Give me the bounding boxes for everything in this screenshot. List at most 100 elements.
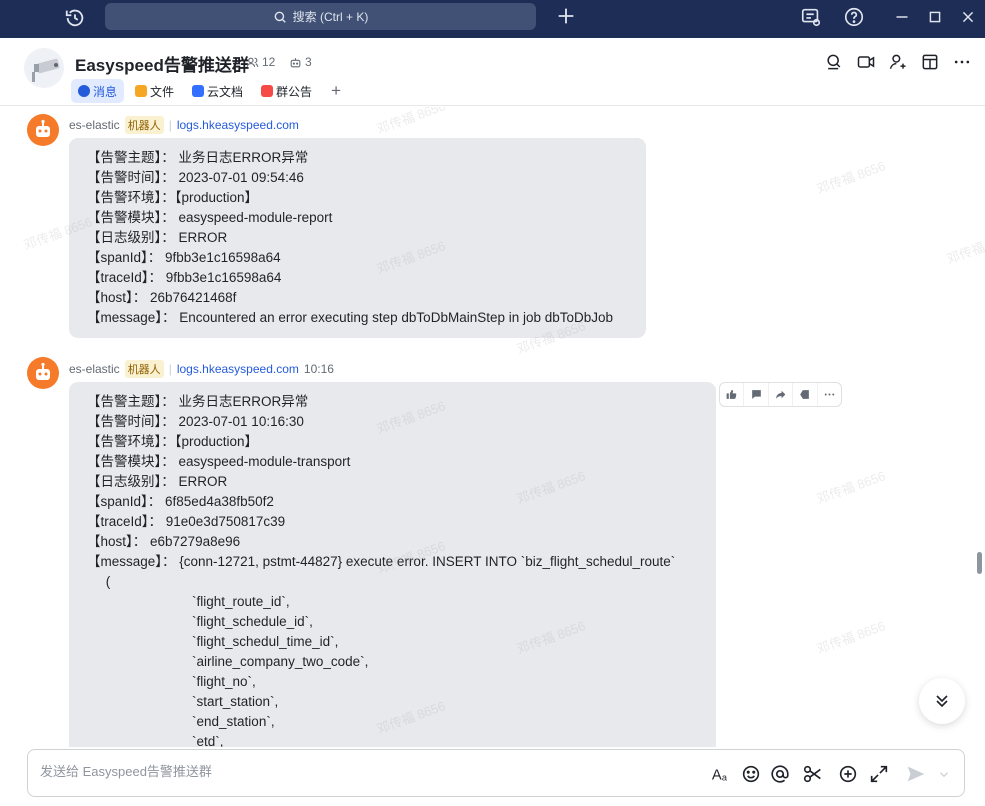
scroll-to-bottom-button[interactable] <box>919 678 965 724</box>
close-icon[interactable] <box>957 6 979 28</box>
new-plus-icon[interactable] <box>555 5 577 27</box>
message-sender-line: es-elastic 机器人 | logs.hkeasyspeed.com <box>69 116 299 134</box>
tab-announcement[interactable]: 群公告 <box>254 79 319 103</box>
tab-cloud-docs-label: 云文档 <box>207 84 244 99</box>
chat-tabs: 消息 文件 云文档 群公告 + <box>71 79 349 103</box>
sender-link[interactable]: logs.hkeasyspeed.com <box>177 362 299 376</box>
search-icon <box>274 11 286 23</box>
message-line: 【日志级别】： ERROR <box>87 230 228 245</box>
members-icon <box>246 57 259 67</box>
message-line: `flight_schedule_id`, <box>87 614 313 629</box>
reply-button[interactable] <box>744 383 769 406</box>
send-options-chevron-icon[interactable] <box>937 763 951 785</box>
expand-editor-icon[interactable] <box>868 763 890 785</box>
bot-count[interactable]: 3 <box>289 55 312 69</box>
divider: | <box>168 118 172 132</box>
member-count-value: 12 <box>262 55 276 69</box>
message-line: `start_station`, <box>87 694 279 709</box>
announcement-icon <box>261 85 274 97</box>
emoji-icon[interactable] <box>740 763 762 785</box>
group-avatar[interactable] <box>24 48 64 88</box>
forward-icon <box>776 390 786 399</box>
tab-messages[interactable]: 消息 <box>71 79 125 103</box>
double-chevron-down-icon <box>936 695 948 708</box>
message-list: es-elastic 机器人 | logs.hkeasyspeed.com 【告… <box>0 107 985 747</box>
video-call-icon[interactable] <box>856 52 876 72</box>
bot-avatar[interactable] <box>27 114 59 146</box>
bot-badge: 机器人 <box>124 360 164 378</box>
sender-name[interactable]: es-elastic <box>69 118 120 132</box>
message-icon <box>78 85 90 97</box>
group-title[interactable]: Easyspeed告警推送群 <box>75 51 249 76</box>
member-count[interactable]: 12 <box>246 55 275 69</box>
mention-icon[interactable] <box>769 763 791 785</box>
bot-badge: 机器人 <box>124 116 164 134</box>
bot-count-value: 3 <box>305 55 312 69</box>
bot-avatar[interactable] <box>27 357 59 389</box>
message-line: 【告警时间】： 2023-07-01 10:16:30 <box>87 414 304 429</box>
message-bubble[interactable]: 【告警主题】： 业务日志ERROR异常 【告警时间】： 2023-07-01 10… <box>69 382 716 747</box>
watermark: 邓传福 8656 <box>944 228 985 267</box>
pin-panel-icon[interactable] <box>920 52 940 72</box>
message-line: 【告警主题】： 业务日志ERROR异常 <box>87 394 309 409</box>
message-bubble[interactable]: 【告警主题】： 业务日志ERROR异常 【告警时间】： 2023-07-01 09… <box>69 138 646 338</box>
more-icon <box>824 393 835 396</box>
message-line: 【traceId】： 91e0e3d750817c39 <box>87 514 286 529</box>
message-action-bar <box>719 382 842 407</box>
text-format-icon[interactable]: Aa <box>710 763 732 785</box>
reply-icon <box>751 390 761 399</box>
help-icon[interactable] <box>843 6 865 28</box>
minimize-icon[interactable] <box>891 6 913 28</box>
tab-files-label: 文件 <box>150 84 175 99</box>
tab-messages-label: 消息 <box>93 84 118 99</box>
more-actions-button[interactable] <box>818 383 841 406</box>
message-line: 【message】： {conn-12721, pstmt-44827} exe… <box>87 554 676 569</box>
message-line: 【traceId】： 9fbb3e1c16598a64 <box>87 270 282 285</box>
like-button[interactable] <box>720 383 745 406</box>
sender-link[interactable]: logs.hkeasyspeed.com <box>177 118 299 132</box>
message-line: 【host】： 26b76421468f <box>87 290 237 305</box>
thumbs-up-icon <box>726 389 737 399</box>
tab-cloud-docs[interactable]: 云文档 <box>185 79 250 103</box>
notification-settings-icon[interactable] <box>800 6 822 28</box>
screenshot-scissors-icon[interactable] <box>802 763 824 785</box>
message-sender-line: es-elastic 机器人 | logs.hkeasyspeed.com 10… <box>69 360 334 378</box>
message-line: 【告警模块】： easyspeed-module-transport <box>87 454 351 469</box>
folder-icon <box>135 85 148 97</box>
message-input[interactable] <box>40 764 680 779</box>
sender-name[interactable]: es-elastic <box>69 362 120 376</box>
window-titlebar: 搜索 (Ctrl + K) <box>0 0 985 38</box>
global-search-box[interactable]: 搜索 (Ctrl + K) <box>105 3 536 30</box>
bot-icon <box>290 57 301 67</box>
history-icon[interactable] <box>64 7 86 29</box>
scrollbar-thumb[interactable] <box>977 552 982 574</box>
message-line: 【message】： Encountered an error executin… <box>87 310 614 325</box>
message-time: 10:16 <box>303 362 334 376</box>
maximize-icon[interactable] <box>924 6 946 28</box>
message-line: `end_station`, <box>87 714 275 729</box>
message-line: 【告警主题】： 业务日志ERROR异常 <box>87 150 309 165</box>
add-tab-button[interactable]: + <box>323 79 349 103</box>
message-line: `airline_company_two_code`, <box>87 654 369 669</box>
message-line: 【spanId】： 9fbb3e1c16598a64 <box>87 250 281 265</box>
watermark: 邓传福 8656 <box>814 468 888 507</box>
tab-announcement-label: 群公告 <box>276 84 313 99</box>
svg-text:a: a <box>722 772 728 782</box>
message-line: `flight_no`, <box>87 674 256 689</box>
tab-files[interactable]: 文件 <box>128 79 181 103</box>
forward-button[interactable] <box>769 383 794 406</box>
message-line: `flight_schedul_time_id`, <box>87 634 339 649</box>
message-line: 【告警模块】： easyspeed-module-report <box>87 210 333 225</box>
send-icon[interactable] <box>905 763 927 785</box>
add-attachment-icon[interactable] <box>837 763 859 785</box>
add-member-icon[interactable] <box>888 52 908 72</box>
quote-button[interactable] <box>793 383 818 406</box>
message-line: `etd`, <box>87 734 224 747</box>
chat-header: Easyspeed告警推送群 12 3 消息 文件 云文档 群公告 + <box>0 38 985 106</box>
search-chat-icon[interactable] <box>824 52 844 72</box>
message-line: 【日志级别】： ERROR <box>87 474 228 489</box>
message-line: 【告警时间】： 2023-07-01 09:54:46 <box>87 170 304 185</box>
message-line: 【host】： e6b7279a8e96 <box>87 534 241 549</box>
svg-text:A: A <box>712 768 722 784</box>
more-icon[interactable] <box>952 52 972 72</box>
